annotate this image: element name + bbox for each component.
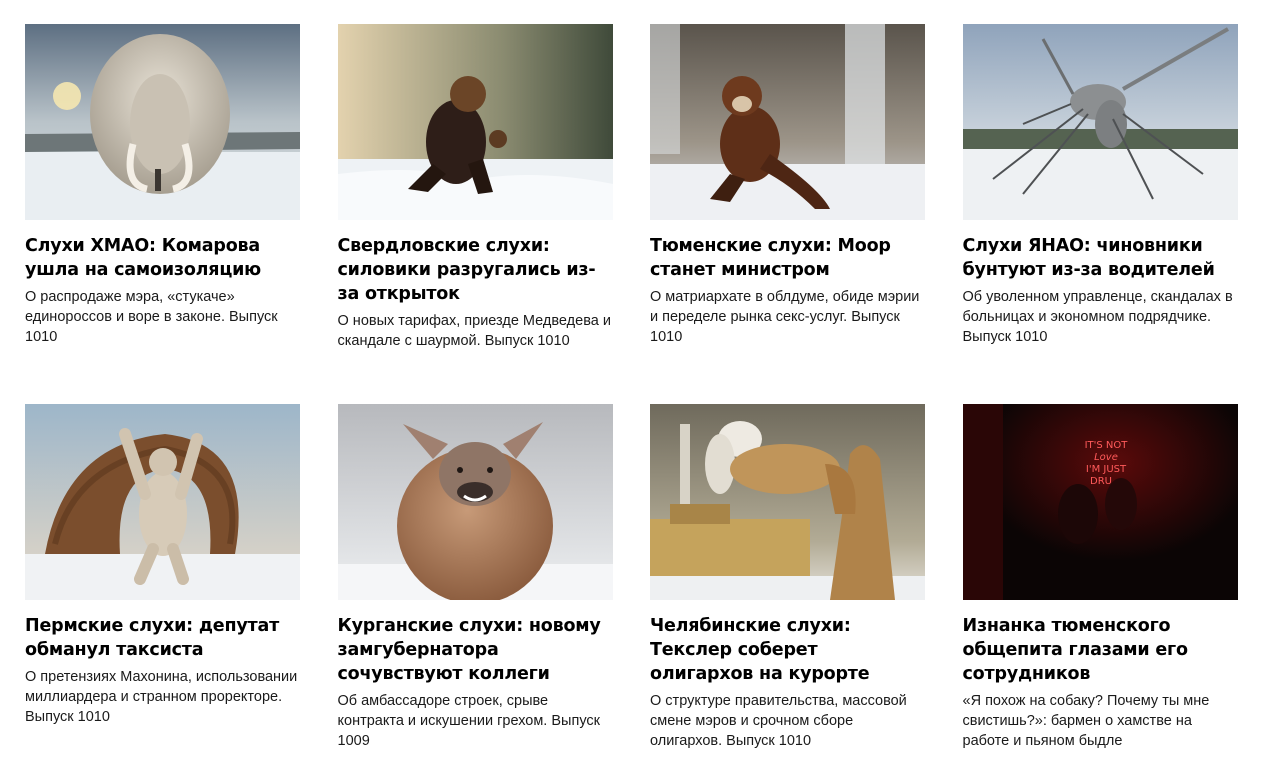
- article-title[interactable]: Свердловские слухи: силовики разругались…: [338, 234, 613, 306]
- article-title[interactable]: Курганские слухи: новому замгубернатора …: [338, 614, 613, 686]
- news-grid: Слухи ХМАО: Комарова ушла на самоизоляци…: [25, 24, 1238, 784]
- news-card[interactable]: Свердловские слухи: силовики разругались…: [337, 24, 613, 404]
- camel-factory-image[interactable]: [650, 404, 925, 600]
- article-description: Об амбассадоре строек, срыве контракта и…: [337, 693, 601, 749]
- neon-bar-image[interactable]: IT'S NOT Love I'M JUST DRU: [962, 404, 1238, 600]
- woolly-mammoth-image[interactable]: [25, 24, 300, 220]
- article-description: О претензиях Махонина, использовании мил…: [25, 669, 298, 725]
- article-title[interactable]: Тюменские слухи: Моор станет министром: [650, 234, 925, 282]
- news-card[interactable]: Тюменские слухи: Моор станет министром О…: [650, 24, 925, 404]
- news-card[interactable]: IT'S NOT Love I'M JUST DRU Изнанка тюмен…: [962, 404, 1238, 784]
- article-title[interactable]: Слухи ЯНАО: чиновники бунтуют из-за води…: [963, 234, 1238, 282]
- news-card[interactable]: Курганские слухи: новому замгубернатора …: [337, 404, 613, 784]
- news-card[interactable]: Слухи ХМАО: Комарова ушла на самоизоляци…: [25, 24, 300, 404]
- neon-line-2: Love: [1094, 452, 1118, 463]
- sable-fighter-image[interactable]: [650, 24, 925, 220]
- article-description: Об уволенном управленце, скандалах в бол…: [962, 289, 1233, 345]
- article-title[interactable]: Слухи ХМАО: Комарова ушла на самоизоляци…: [25, 234, 300, 282]
- neon-line-3: I'M JUST: [1085, 464, 1126, 475]
- neon-line-4: DRU: [1090, 476, 1112, 487]
- article-description: О распродаже мэра, «стукаче» единороссов…: [25, 289, 278, 345]
- metal-mosquito-image[interactable]: [962, 24, 1238, 220]
- polar-bear-image[interactable]: [25, 404, 300, 600]
- article-description: О новых тарифах, приезде Медведева и ска…: [337, 313, 611, 349]
- neon-line-1: IT'S NOT: [1084, 440, 1128, 451]
- round-deer-image[interactable]: [337, 404, 613, 600]
- bear-fighter-image[interactable]: [337, 24, 613, 220]
- article-description: «Я похож на собаку? Почему ты мне свисти…: [962, 693, 1210, 749]
- news-card[interactable]: Слухи ЯНАО: чиновники бунтуют из-за води…: [962, 24, 1238, 404]
- news-card[interactable]: Пермские слухи: депутат обманул таксиста…: [25, 404, 300, 784]
- article-description: О матриархате в облдуме, обиде мэрии и п…: [650, 289, 920, 345]
- article-title[interactable]: Изнанка тюменского общепита глазами его …: [963, 614, 1238, 686]
- article-description: О структуре правительства, массовой смен…: [650, 693, 907, 749]
- article-title[interactable]: Челябинские слухи: Текслер соберет олига…: [650, 614, 925, 686]
- article-title[interactable]: Пермские слухи: депутат обманул таксиста: [25, 614, 300, 662]
- news-card[interactable]: Челябинские слухи: Текслер соберет олига…: [650, 404, 925, 784]
